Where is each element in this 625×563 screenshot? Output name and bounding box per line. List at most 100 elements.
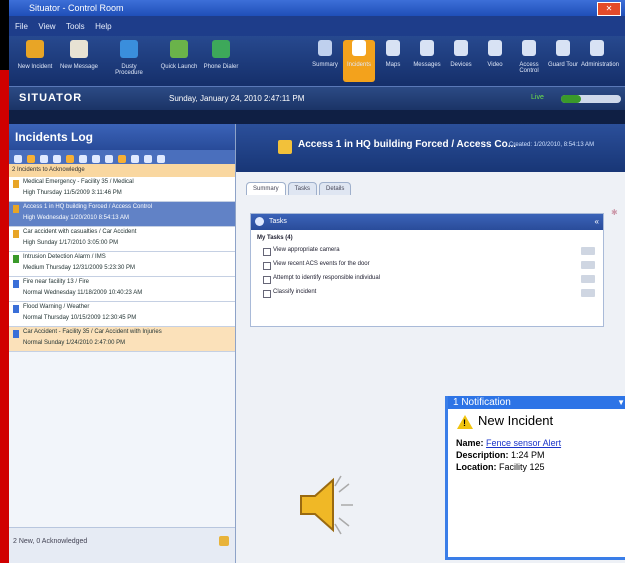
incident-row-priority: High bbox=[23, 240, 36, 246]
task-status-icon[interactable] bbox=[581, 275, 595, 283]
tab-details[interactable]: Details bbox=[319, 182, 352, 195]
incident-row[interactable]: Flood Warning / Weather Normal Thursday 1… bbox=[9, 302, 235, 327]
task-label: Attempt to identify responsible individu… bbox=[273, 275, 381, 281]
volume-slider[interactable] bbox=[561, 95, 621, 103]
notification-location-row: Location: Facility 125 bbox=[456, 462, 545, 472]
incident-row[interactable]: Car accident with casualties / Car Accid… bbox=[9, 227, 235, 252]
incident-row[interactable]: Intrusion Detection Alarm / IMS Medium Th… bbox=[9, 252, 235, 277]
sort-icon[interactable] bbox=[40, 155, 48, 163]
print-icon[interactable] bbox=[92, 155, 100, 163]
speaker-icon[interactable] bbox=[289, 470, 359, 540]
menu-view[interactable]: View bbox=[38, 22, 55, 31]
notification-name-row: Name: Fence sensor Alert bbox=[456, 438, 561, 448]
nav-button-4[interactable]: Devices bbox=[445, 40, 477, 68]
nav-button-5[interactable]: Video bbox=[479, 40, 511, 68]
menu-tools[interactable]: Tools bbox=[66, 22, 85, 31]
left-edge-bar bbox=[0, 70, 9, 563]
nav-button-6[interactable]: Access Control bbox=[513, 40, 545, 74]
task-item[interactable]: Attempt to identify responsible individu… bbox=[263, 274, 601, 286]
toolbar-button-label: Quick Launch bbox=[160, 64, 198, 70]
priority-flag-icon bbox=[13, 255, 19, 263]
toolbar-button-4[interactable]: Phone Dialer bbox=[199, 40, 243, 70]
incident-row-title: Car Accident - Facility 35 / Car Acciden… bbox=[23, 329, 162, 335]
incident-row[interactable]: Fire near facility 13 / Fire Normal Wedne… bbox=[9, 277, 235, 302]
toolbar-button-0[interactable]: New Incident bbox=[13, 40, 57, 70]
group-icon[interactable] bbox=[53, 155, 61, 163]
incident-row-priority: Medium bbox=[23, 265, 45, 271]
nav-button-1[interactable]: Incidents bbox=[343, 40, 375, 82]
tab-tasks[interactable]: Tasks bbox=[287, 182, 318, 195]
task-status-icon[interactable] bbox=[581, 247, 595, 255]
incident-row[interactable]: Car Accident - Facility 35 / Car Acciden… bbox=[9, 327, 235, 352]
filter-icon[interactable] bbox=[14, 155, 22, 163]
nav-button-8[interactable]: Administration bbox=[581, 40, 619, 68]
incident-row-priority: Normal bbox=[23, 315, 43, 321]
task-status-icon[interactable] bbox=[581, 289, 595, 297]
nav-button-icon bbox=[590, 40, 604, 56]
incident-row-priority: High bbox=[23, 215, 36, 221]
incident-row[interactable]: Access 1 in HQ building Forced / Access … bbox=[9, 202, 235, 227]
tab-summary[interactable]: Summary bbox=[246, 182, 286, 195]
nav-button-3[interactable]: Messages bbox=[411, 40, 443, 68]
incident-name-link[interactable]: Fence sensor Alert bbox=[486, 438, 561, 448]
flag-icon[interactable] bbox=[27, 155, 35, 163]
task-checkbox[interactable] bbox=[263, 290, 271, 298]
location-value: Facility 125 bbox=[499, 462, 545, 472]
task-item[interactable]: View appropriate camera bbox=[263, 246, 601, 258]
toolbar-button-1[interactable]: New Message bbox=[57, 40, 101, 70]
task-label: View recent ACS events for the door bbox=[273, 261, 370, 267]
incident-row[interactable]: Medical Emergency - Facility 35 / Medica… bbox=[9, 177, 235, 202]
door-icon bbox=[278, 140, 292, 154]
incident-row-meta: High Sunday 1/17/2010 3:05:00 PM bbox=[23, 240, 118, 246]
search-icon[interactable] bbox=[144, 155, 152, 163]
export-icon[interactable] bbox=[105, 155, 113, 163]
notification-count: 1 Notification bbox=[453, 397, 511, 408]
my-tasks-label: My Tasks (4) bbox=[257, 235, 293, 241]
alert-icon[interactable] bbox=[66, 155, 74, 163]
task-checkbox[interactable] bbox=[263, 262, 271, 270]
acknowledge-icon[interactable] bbox=[118, 155, 126, 163]
acknowledge-banner[interactable]: 2 Incidents to Acknowledge bbox=[9, 164, 235, 177]
nav-button-0[interactable]: Summary bbox=[309, 40, 341, 68]
refresh-icon[interactable] bbox=[79, 155, 87, 163]
menu-help[interactable]: Help bbox=[95, 22, 111, 31]
toolbar-button-2[interactable]: Dusty Procedure bbox=[107, 40, 151, 76]
nav-button-label: Access Control bbox=[519, 62, 539, 74]
close-icon[interactable]: ✕ bbox=[597, 2, 621, 16]
notification-popup[interactable]: 1 Notification ▼ ! New Incident Name: Fe… bbox=[445, 396, 625, 560]
task-status-icon[interactable] bbox=[581, 261, 595, 269]
task-checkbox[interactable] bbox=[263, 276, 271, 284]
task-checkbox[interactable] bbox=[263, 248, 271, 256]
close-incident-icon[interactable] bbox=[131, 155, 139, 163]
incident-row-time: Thursday 10/15/2009 12:30:45 PM bbox=[43, 315, 137, 321]
detail-tabs: Summary Tasks Details bbox=[246, 177, 353, 195]
incidents-log-footer: 2 New, 0 Acknowledged bbox=[9, 527, 235, 563]
live-indicator: Live bbox=[531, 94, 544, 101]
nav-button-icon bbox=[556, 40, 570, 56]
incidents-log-toolbar bbox=[9, 150, 235, 164]
lock-icon[interactable] bbox=[219, 536, 229, 546]
settings-icon[interactable] bbox=[157, 155, 165, 163]
task-item[interactable]: View recent ACS events for the door bbox=[263, 260, 601, 272]
name-label: Name: bbox=[456, 438, 484, 448]
pin-icon[interactable]: ✱ bbox=[611, 208, 618, 217]
toolbar-button-label: New Message bbox=[59, 64, 98, 70]
priority-flag-icon bbox=[13, 280, 19, 288]
collapse-icon[interactable]: « bbox=[595, 214, 599, 230]
incident-row-meta: High Wednesday 1/20/2010 8:54:13 AM bbox=[23, 215, 129, 221]
menu-file[interactable]: File bbox=[15, 22, 28, 31]
nav-button-icon bbox=[522, 40, 536, 56]
tasks-panel-header[interactable]: Tasks « bbox=[251, 214, 603, 230]
incident-count: 2 New, 0 Acknowledged bbox=[13, 538, 88, 545]
chevron-down-icon[interactable]: ▼ bbox=[617, 396, 625, 409]
toolbar-separator bbox=[9, 110, 625, 124]
incident-row-meta: Medium Thursday 12/31/2009 5:23:30 PM bbox=[23, 265, 135, 271]
incident-row-title: Access 1 in HQ building Forced / Access … bbox=[23, 204, 153, 210]
acknowledge-banner-text: 2 Incidents to Acknowledge bbox=[12, 167, 85, 173]
nav-button-label: Messages bbox=[413, 62, 441, 68]
task-label: View appropriate camera bbox=[273, 247, 340, 253]
toolbar-button-3[interactable]: Quick Launch bbox=[157, 40, 201, 70]
nav-button-7[interactable]: Guard Tour bbox=[547, 40, 579, 68]
nav-button-2[interactable]: Maps bbox=[377, 40, 409, 68]
task-item[interactable]: Classify incident bbox=[263, 288, 601, 300]
